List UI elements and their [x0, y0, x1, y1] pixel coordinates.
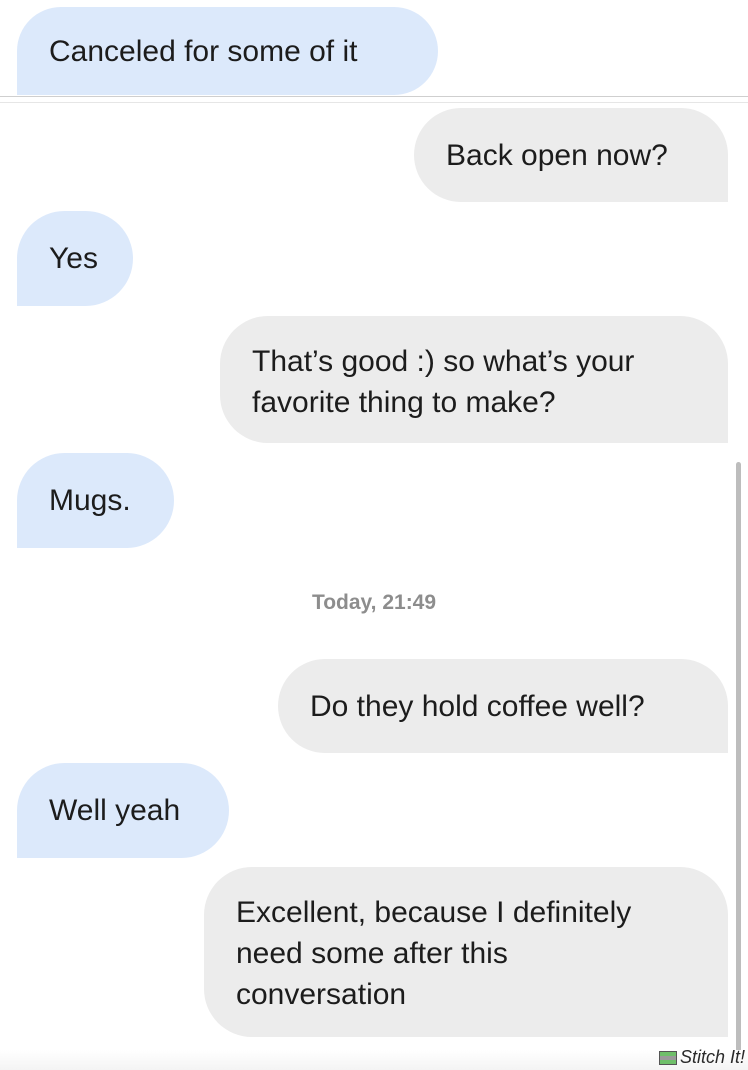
message-line: conversation	[236, 978, 407, 1011]
outgoing-message: Excellent, because I definitely need som…	[204, 867, 728, 1037]
outgoing-message: Do they hold coffee well?	[278, 659, 728, 753]
conversation-thread: Canceled for some of it Back open now? Y…	[0, 0, 748, 1070]
message-line: need some after this	[236, 937, 508, 970]
footer-strip	[0, 1050, 748, 1070]
watermark-label: Stitch It!	[679, 1047, 745, 1067]
message-text: Yes	[49, 242, 98, 275]
incoming-message: Yes	[17, 211, 133, 306]
message-text: Back open now?	[446, 138, 668, 172]
message-line: favorite thing to make?	[252, 386, 556, 419]
message-line: Excellent, because I definitely	[236, 896, 632, 929]
message-text: Mugs.	[49, 484, 131, 517]
stitch-logo-icon	[658, 1050, 677, 1065]
message-line: That’s good :) so what’s your	[252, 345, 635, 378]
message-text: Do they hold coffee well?	[310, 689, 645, 723]
incoming-message: Mugs.	[17, 453, 174, 548]
screenshot-stitch-divider	[0, 96, 748, 103]
stitch-it-watermark: Stitch It!	[658, 1047, 745, 1068]
incoming-message: Canceled for some of it	[17, 7, 438, 95]
outgoing-message: That’s good :) so what’s your favorite t…	[220, 316, 728, 443]
message-timestamp: Today, 21:49	[311, 591, 437, 614]
scrollbar[interactable]	[736, 462, 741, 1052]
message-text: Canceled for some of it	[49, 34, 358, 68]
outgoing-message: Back open now?	[414, 108, 728, 202]
incoming-message: Well yeah	[17, 763, 229, 858]
message-text: Well yeah	[49, 794, 181, 827]
